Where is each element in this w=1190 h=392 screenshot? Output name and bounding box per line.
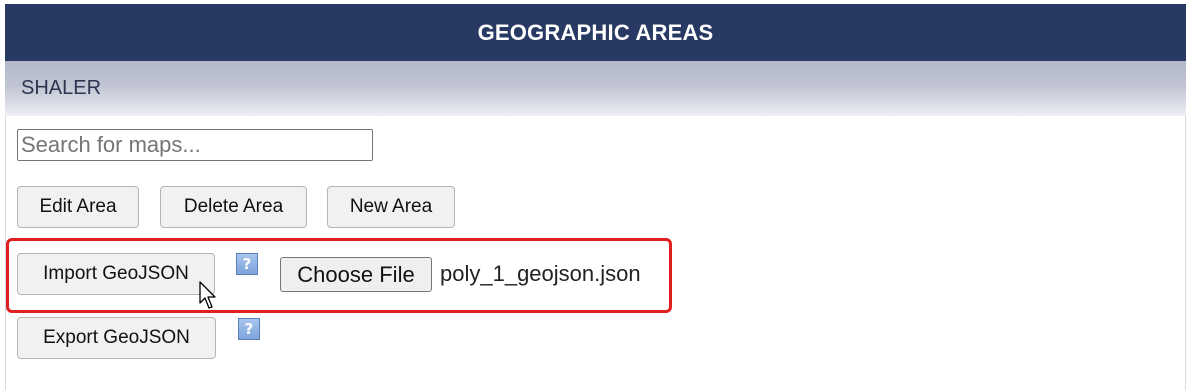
- map-search-input[interactable]: [17, 129, 373, 161]
- export-geojson-button[interactable]: Export GeoJSON: [17, 317, 216, 359]
- edit-area-button[interactable]: Edit Area: [17, 186, 139, 228]
- page-title: GEOGRAPHIC AREAS: [5, 4, 1186, 61]
- selected-file-name: poly_1_geojson.json: [440, 261, 641, 286]
- choose-file-button[interactable]: Choose File: [280, 257, 432, 292]
- import-help-icon[interactable]: ?: [236, 253, 258, 275]
- page-title-text: GEOGRAPHIC AREAS: [477, 19, 714, 45]
- import-geojson-button[interactable]: Import GeoJSON: [17, 253, 215, 295]
- new-area-button[interactable]: New Area: [327, 186, 455, 228]
- mouse-pointer-icon: [199, 281, 216, 309]
- export-help-icon[interactable]: ?: [238, 318, 260, 340]
- selected-area-bar: SHALER: [5, 61, 1186, 116]
- delete-area-button[interactable]: Delete Area: [160, 186, 307, 228]
- selected-area-name: SHALER: [21, 77, 102, 99]
